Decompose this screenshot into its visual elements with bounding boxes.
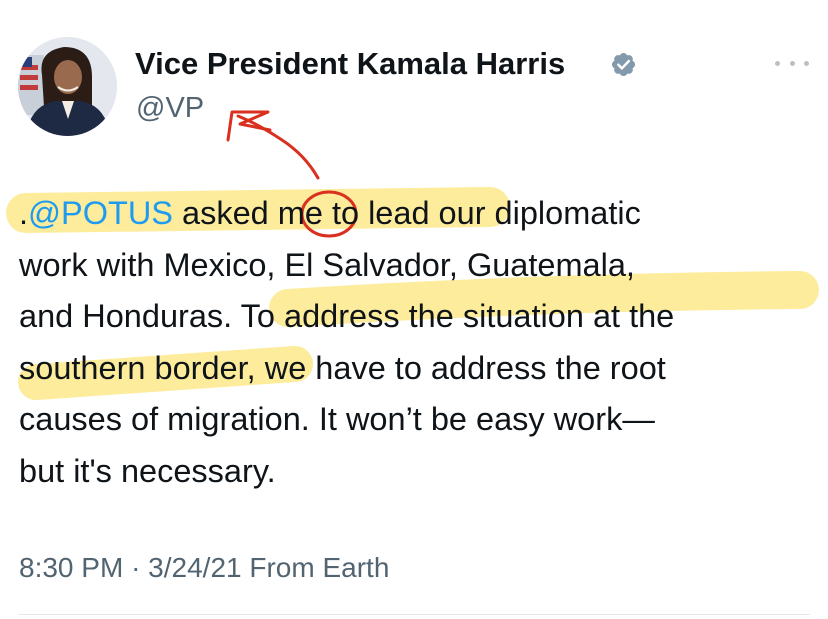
tweet-text-segment: southern border, we have to address the … <box>19 349 666 386</box>
tweet-text-segment: work with Mexico, El Salvador, Guatemala… <box>19 246 635 283</box>
annotation-arrow-icon <box>236 114 320 180</box>
tweet-text-segment: . <box>19 195 29 231</box>
author-name[interactable]: Vice President Kamala Harris <box>135 46 565 82</box>
tweet-text-segment: asked me to lead our diplomatic <box>172 195 641 231</box>
tweet-line: southern border, we have to address the … <box>19 343 819 395</box>
tweet-text: .@POTUS asked me to lead our diplomatic … <box>19 188 819 497</box>
author-handle[interactable]: @VP <box>136 92 204 125</box>
tweet-line: .@POTUS asked me to lead our diplomatic <box>19 188 819 240</box>
tweet-time[interactable]: 8:30 PM <box>19 552 123 583</box>
tweet-line: and Honduras. To address the situation a… <box>19 291 819 343</box>
meta-separator: · <box>131 552 141 583</box>
tweet-line: but it's necessary. <box>19 446 819 498</box>
tweet-source: From Earth <box>249 552 390 583</box>
verified-badge-icon <box>611 52 636 77</box>
dot-icon <box>804 60 809 66</box>
tweet-date[interactable]: 3/24/21 <box>148 552 241 583</box>
tweet-text-segment: but it's necessary. <box>19 452 276 489</box>
dot-icon <box>789 60 795 66</box>
tweet-timestamp: 8:30 PM · 3/24/21 From Earth <box>19 552 389 584</box>
divider <box>18 614 810 615</box>
avatar[interactable] <box>18 37 117 136</box>
more-options-icon[interactable] <box>775 56 809 70</box>
dot-icon <box>775 60 780 66</box>
tweet-text-segment: causes of migration. It won’t be easy wo… <box>19 401 655 437</box>
tweet-line: work with Mexico, El Salvador, Guatemala… <box>19 240 819 292</box>
mention-link[interactable]: @POTUS <box>28 195 173 231</box>
annotation-arrowhead-icon <box>226 110 272 142</box>
tweet-line: causes of migration. It won’t be easy wo… <box>19 394 819 446</box>
tweet-text-segment: and Honduras. To address the situation a… <box>19 298 675 334</box>
